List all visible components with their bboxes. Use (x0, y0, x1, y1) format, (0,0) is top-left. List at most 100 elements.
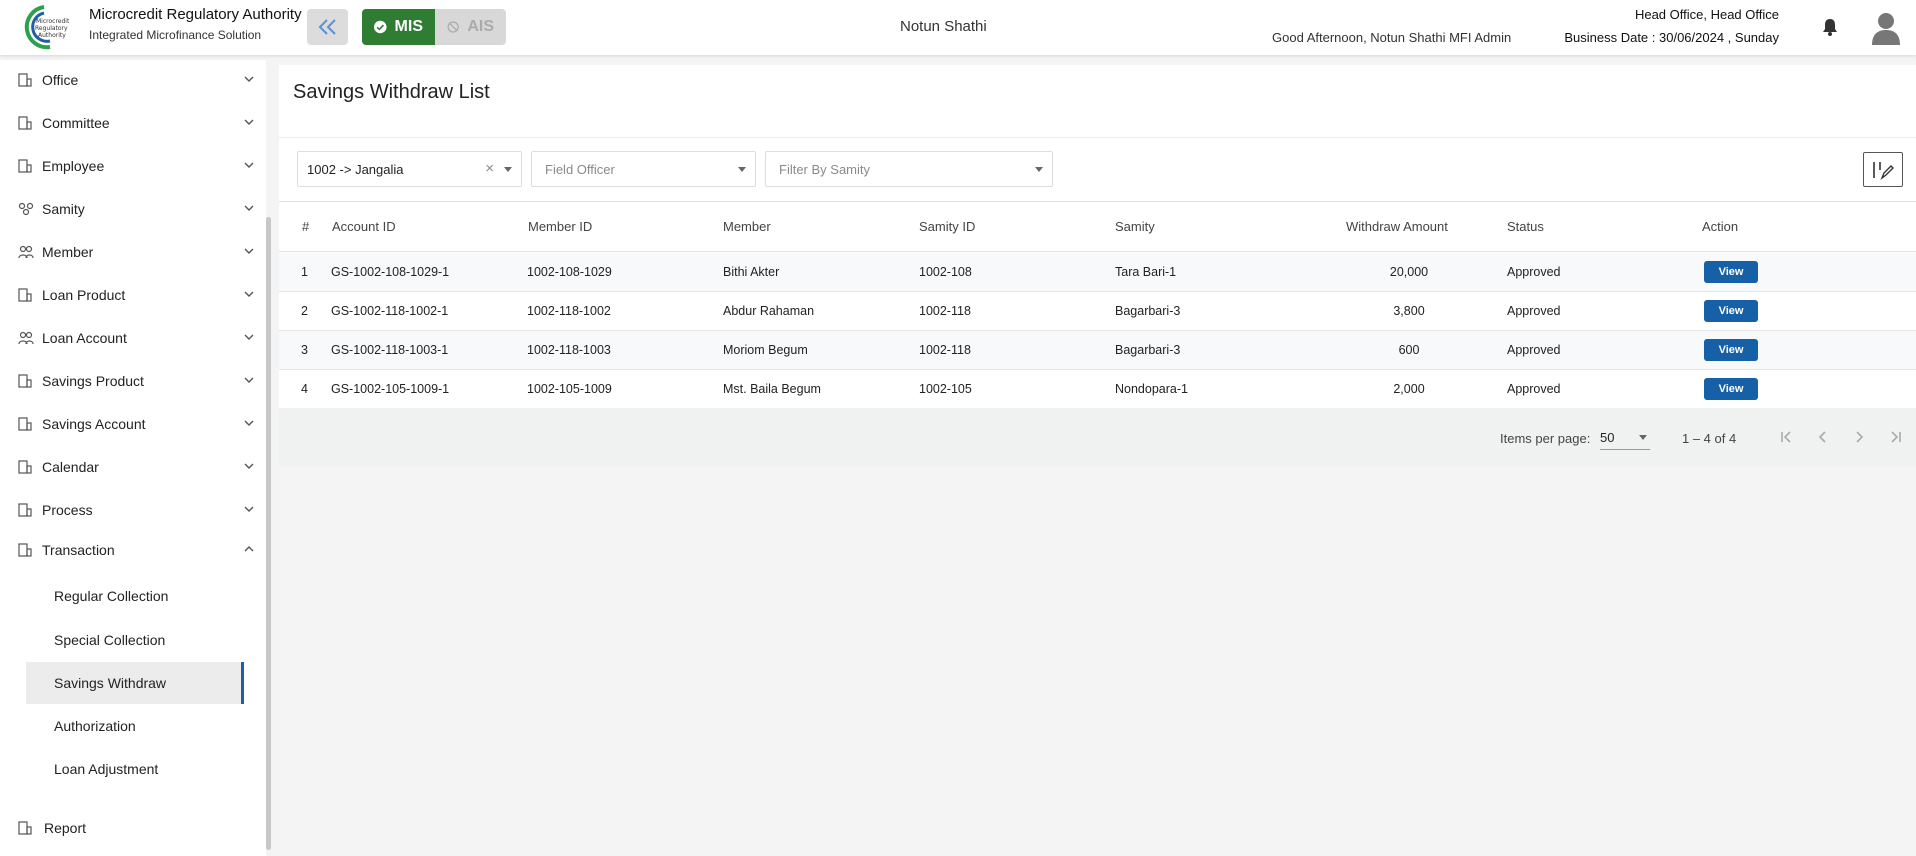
mode-ais-label: AIS (467, 18, 494, 35)
sidebar-item-label: Loan Account (42, 330, 127, 346)
greeting-text: Good Afternoon, Notun Shathi MFI Admin (1272, 30, 1512, 45)
account-id: GS-1002-118-1002-1 (331, 304, 449, 318)
view-button[interactable]: View (1704, 378, 1758, 400)
sidebar-item-label: Savings Account (42, 416, 146, 432)
sidebar-item-member[interactable]: Member (0, 234, 266, 270)
member-icon (18, 245, 34, 259)
sidebar-item-label: Samity (42, 201, 85, 217)
samity-name: Tara Bari-1 (1115, 265, 1177, 279)
chevron-down-icon (244, 463, 254, 469)
mode-mis-button[interactable]: MIS (362, 9, 435, 45)
member-name: Abdur Rahaman (723, 304, 815, 318)
view-button[interactable]: View (1704, 261, 1758, 283)
last-page-icon (1891, 431, 1901, 443)
transaction-icon (18, 543, 32, 557)
member-id: 1002-108-1029 (527, 265, 612, 279)
mra-logo: Microcredit Regulatory Authority (14, 3, 78, 51)
clear-icon[interactable]: × (485, 160, 494, 177)
svg-text:Regulatory: Regulatory (35, 25, 68, 32)
samity-icon (18, 202, 34, 216)
loan-account-icon (18, 331, 34, 345)
next-page-button[interactable] (1848, 426, 1870, 448)
account-id: GS-1002-118-1003-1 (331, 343, 449, 357)
status: Approved (1507, 265, 1561, 279)
edit-columns-button[interactable] (1863, 152, 1903, 187)
mode-toggle: MIS AIS (362, 9, 506, 45)
caret-down-icon (504, 167, 512, 172)
business-date: Business Date : 30/06/2024 , Sunday (1564, 30, 1779, 45)
samity-id: 1002-108 (919, 265, 972, 279)
field-officer-select[interactable]: Field Officer (531, 151, 756, 187)
column-header-action: Action (1702, 219, 1739, 234)
row-number: 2 (301, 304, 308, 318)
chevron-left-icon (1818, 431, 1826, 443)
chevron-down-icon (244, 506, 254, 512)
sidebar-subitem-regular-collection[interactable]: Regular Collection (26, 575, 244, 617)
column-header-member-id[interactable]: Member ID (528, 219, 592, 234)
previous-page-button[interactable] (1812, 426, 1834, 448)
view-button[interactable]: View (1704, 339, 1758, 361)
member-id: 1002-118-1003 (527, 343, 611, 357)
samity-filter-select[interactable]: Filter By Samity (765, 151, 1053, 187)
mode-ais-button[interactable]: AIS (435, 9, 506, 45)
member-name: Mst. Baila Begum (723, 382, 821, 396)
sidebar-subitem-special-collection[interactable]: Special Collection (26, 619, 244, 661)
sidebar-item-label: Office (42, 72, 79, 88)
sidebar-item-label: Transaction (42, 542, 115, 558)
committee-icon (18, 116, 32, 130)
sidebar-item-committee[interactable]: Committee (0, 105, 266, 141)
sidebar-item-loan-account[interactable]: Loan Account (0, 320, 266, 356)
column-header-member[interactable]: Member (723, 219, 771, 234)
main-panel: Savings Withdraw List 1002 -> Jangalia ×… (279, 65, 1916, 466)
report-icon (18, 821, 32, 835)
sidebar-item-label: Savings Product (42, 373, 144, 389)
sidebar-subitem-savings-withdraw[interactable]: Savings Withdraw (26, 662, 244, 704)
office-icon (18, 73, 32, 87)
first-page-icon (1781, 431, 1791, 443)
items-per-page-select[interactable]: 50 (1600, 425, 1650, 450)
first-page-button[interactable] (1776, 426, 1798, 448)
sidebar-item-process[interactable]: Process (0, 492, 266, 528)
sidebar-item-report[interactable]: Report (0, 810, 266, 846)
last-page-button[interactable] (1884, 426, 1906, 448)
sidebar-subitem-label: Authorization (54, 718, 136, 734)
row-number: 1 (301, 265, 308, 279)
sidebar-item-label: Report (44, 820, 87, 836)
withdraw-amount: 20,000 (1389, 265, 1429, 279)
brand-title: Microcredit Regulatory Authority (89, 6, 302, 23)
branch-select[interactable]: 1002 -> Jangalia × (297, 151, 522, 187)
items-per-page-value: 50 (1600, 430, 1615, 445)
sidebar-item-savings-account[interactable]: Savings Account (0, 406, 266, 442)
notification-bell-icon[interactable] (1821, 17, 1839, 42)
collapse-sidebar-button[interactable] (307, 9, 348, 45)
status: Approved (1507, 343, 1561, 357)
organization-name: Notun Shathi (900, 18, 987, 35)
sidebar-item-calendar[interactable]: Calendar (0, 449, 266, 485)
column-header-withdraw-amount[interactable]: Withdraw Amount (1346, 219, 1448, 234)
user-avatar[interactable] (1871, 11, 1901, 50)
sidebar-item-samity[interactable]: Samity (0, 191, 266, 227)
sidebar-subitem-authorization[interactable]: Authorization (26, 705, 244, 747)
sidebar-subitem-loan-adjustment[interactable]: Loan Adjustment (26, 748, 244, 790)
brand-subtitle: Integrated Microfinance Solution (89, 28, 262, 42)
row-number: 4 (301, 382, 308, 396)
sidebar-item-label: Calendar (42, 459, 99, 475)
caret-down-icon (1639, 435, 1647, 440)
view-button[interactable]: View (1704, 300, 1758, 322)
sidebar-item-employee[interactable]: Employee (0, 148, 266, 184)
items-per-page-label: Items per page: (1500, 431, 1591, 446)
divider (279, 137, 1916, 138)
table-row: 4 GS-1002-105-1009-1 1002-105-1009 Mst. … (279, 370, 1916, 409)
column-header-samity-id[interactable]: Samity ID (919, 219, 975, 234)
samity-id: 1002-118 (919, 304, 971, 318)
sidebar-item-transaction[interactable]: Transaction (0, 532, 266, 568)
sidebar-subitem-label: Special Collection (54, 632, 166, 648)
column-header-samity[interactable]: Samity (1115, 219, 1155, 234)
column-header-status[interactable]: Status (1507, 219, 1544, 234)
sidebar-scrollbar[interactable] (266, 217, 271, 850)
sidebar-item-loan-product[interactable]: Loan Product (0, 277, 266, 313)
chevron-right-icon (1856, 431, 1864, 443)
sidebar-item-savings-product[interactable]: Savings Product (0, 363, 266, 399)
column-header-account-id[interactable]: Account ID (332, 219, 396, 234)
sidebar-item-office[interactable]: Office (0, 62, 266, 98)
